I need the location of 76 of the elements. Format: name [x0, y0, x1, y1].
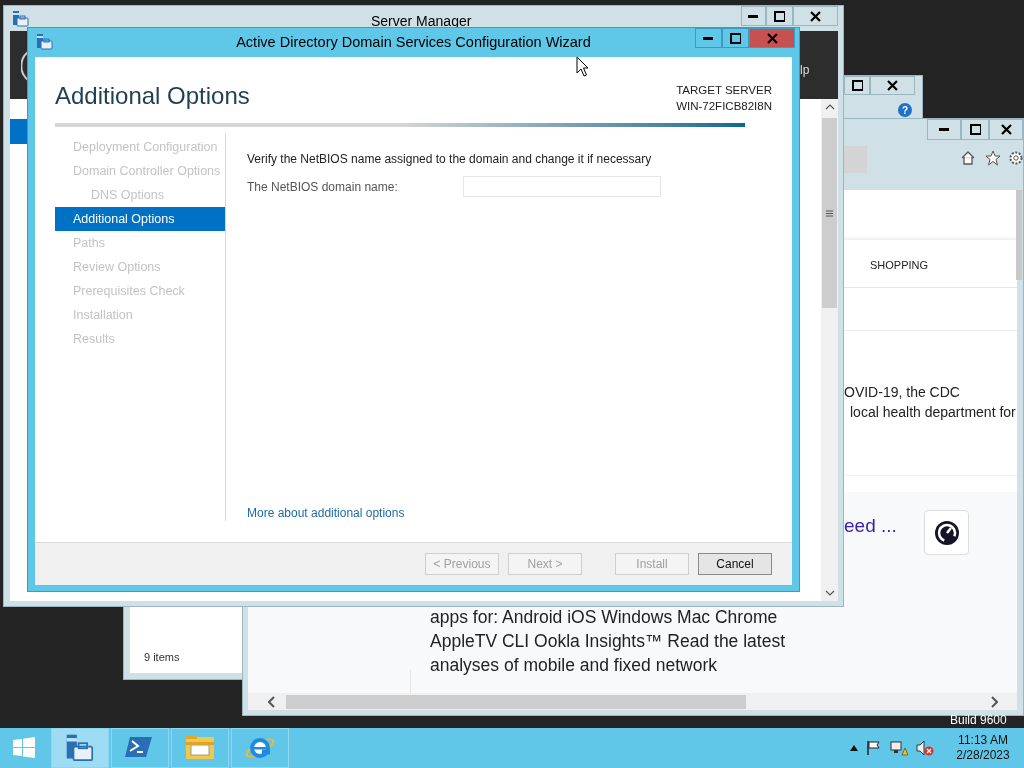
clock-date[interactable]: 2/28/2023 — [956, 748, 1010, 763]
close-button[interactable] — [793, 6, 838, 26]
speaker-muted-icon[interactable] — [916, 740, 934, 756]
article-text: OVID-19, the CDC — [844, 383, 960, 402]
maximize-icon — [730, 32, 741, 44]
windows-icon — [12, 736, 36, 760]
minimize-button[interactable] — [927, 119, 961, 140]
window-title: Server Manager — [371, 12, 472, 31]
close-icon — [887, 80, 898, 91]
wizard-step[interactable]: Prerequisites Check — [55, 279, 225, 303]
target-label: TARGET SERVER — [676, 83, 772, 98]
window-title: Active Directory Domain Services Configuration Wizard — [236, 32, 591, 52]
menu-item[interactable]: lp — [800, 61, 810, 79]
help-button[interactable]: ? — [898, 103, 912, 117]
wizard-step[interactable]: Domain Controller Options — [55, 159, 225, 183]
nav-item[interactable] — [10, 119, 30, 144]
netbios-name-field[interactable] — [463, 176, 661, 197]
cancel-button[interactable]: Cancel — [698, 553, 772, 575]
settings-icon[interactable] — [1008, 150, 1024, 166]
server-manager-icon — [65, 733, 95, 763]
scrollbar-thumb[interactable] — [286, 694, 746, 709]
scroll-up-icon[interactable] — [824, 103, 835, 111]
maximize-icon — [969, 124, 981, 135]
close-icon — [766, 32, 778, 44]
wizard-step[interactable]: Results — [55, 327, 225, 351]
article-text: analyses of mobile and fixed network — [430, 654, 718, 677]
scroll-left-icon[interactable] — [268, 695, 276, 708]
instruction-text: Verify the NetBIOS name assigned to the domain and change it if necessary — [247, 151, 653, 168]
scrollbar-thumb[interactable] — [822, 118, 837, 308]
gauge-icon — [932, 518, 961, 547]
field-label: The NetBIOS domain name: — [247, 178, 399, 196]
scroll-right-icon[interactable] — [990, 695, 998, 708]
caret-up-icon[interactable] — [850, 745, 858, 751]
article-text: AppleTV CLI Ookla Insights™ Read the latest — [430, 630, 786, 653]
article-text: apps for: Android iOS Windows Mac Chrome — [430, 606, 779, 629]
minimize-button[interactable] — [695, 28, 722, 48]
home-icon[interactable] — [960, 150, 976, 166]
scrollbar-thumb[interactable] — [1016, 190, 1022, 280]
wizard-step[interactable]: Installation — [55, 303, 225, 327]
maximize-button[interactable] — [722, 28, 749, 48]
help-link[interactable]: More about additional options — [247, 504, 772, 522]
speedtest-button[interactable] — [924, 510, 969, 555]
page-heading: Additional Options — [55, 81, 250, 111]
close-button[interactable] — [749, 28, 795, 48]
wizard-step[interactable]: Review Options — [55, 255, 225, 279]
server-manager-icon — [36, 33, 53, 50]
scroll-down-icon[interactable] — [824, 589, 835, 597]
taskbar-button[interactable] — [111, 728, 169, 768]
minimize-button[interactable] — [741, 6, 766, 26]
clock-time[interactable]: 11:13 AM — [958, 733, 1008, 748]
close-button[interactable] — [870, 76, 915, 95]
article-link[interactable]: eed ... — [844, 512, 897, 541]
server-manager-icon — [12, 10, 29, 27]
taskbar-button[interactable] — [231, 728, 289, 768]
article-text: local health department for — [850, 403, 1016, 422]
nav-link[interactable]: SHOPPING — [870, 257, 929, 274]
maximize-button[interactable] — [844, 76, 870, 95]
maximize-button[interactable] — [961, 119, 989, 140]
build-label: Build 9600 — [950, 712, 1007, 729]
server-name: WIN-72FICB82I8N — [676, 99, 772, 114]
wizard-step[interactable]: Paths — [55, 231, 225, 255]
wizard-step[interactable]: DNS Options — [55, 183, 225, 207]
maximize-icon — [851, 80, 863, 91]
wizard-step[interactable]: Deployment Configuration — [55, 135, 225, 159]
maximize-icon — [774, 10, 785, 22]
close-button[interactable] — [989, 119, 1023, 140]
taskbar-button[interactable] — [51, 728, 109, 768]
wizard-step[interactable]: Additional Options — [55, 207, 225, 231]
close-icon — [1000, 124, 1012, 135]
item-count: 9 items — [144, 650, 180, 665]
star-icon[interactable] — [985, 150, 1001, 166]
grip-icon — [826, 209, 833, 217]
close-icon — [810, 10, 821, 22]
flag-icon[interactable] — [866, 740, 882, 756]
maximize-button[interactable] — [766, 6, 793, 26]
network-warning-icon[interactable] — [890, 740, 908, 756]
